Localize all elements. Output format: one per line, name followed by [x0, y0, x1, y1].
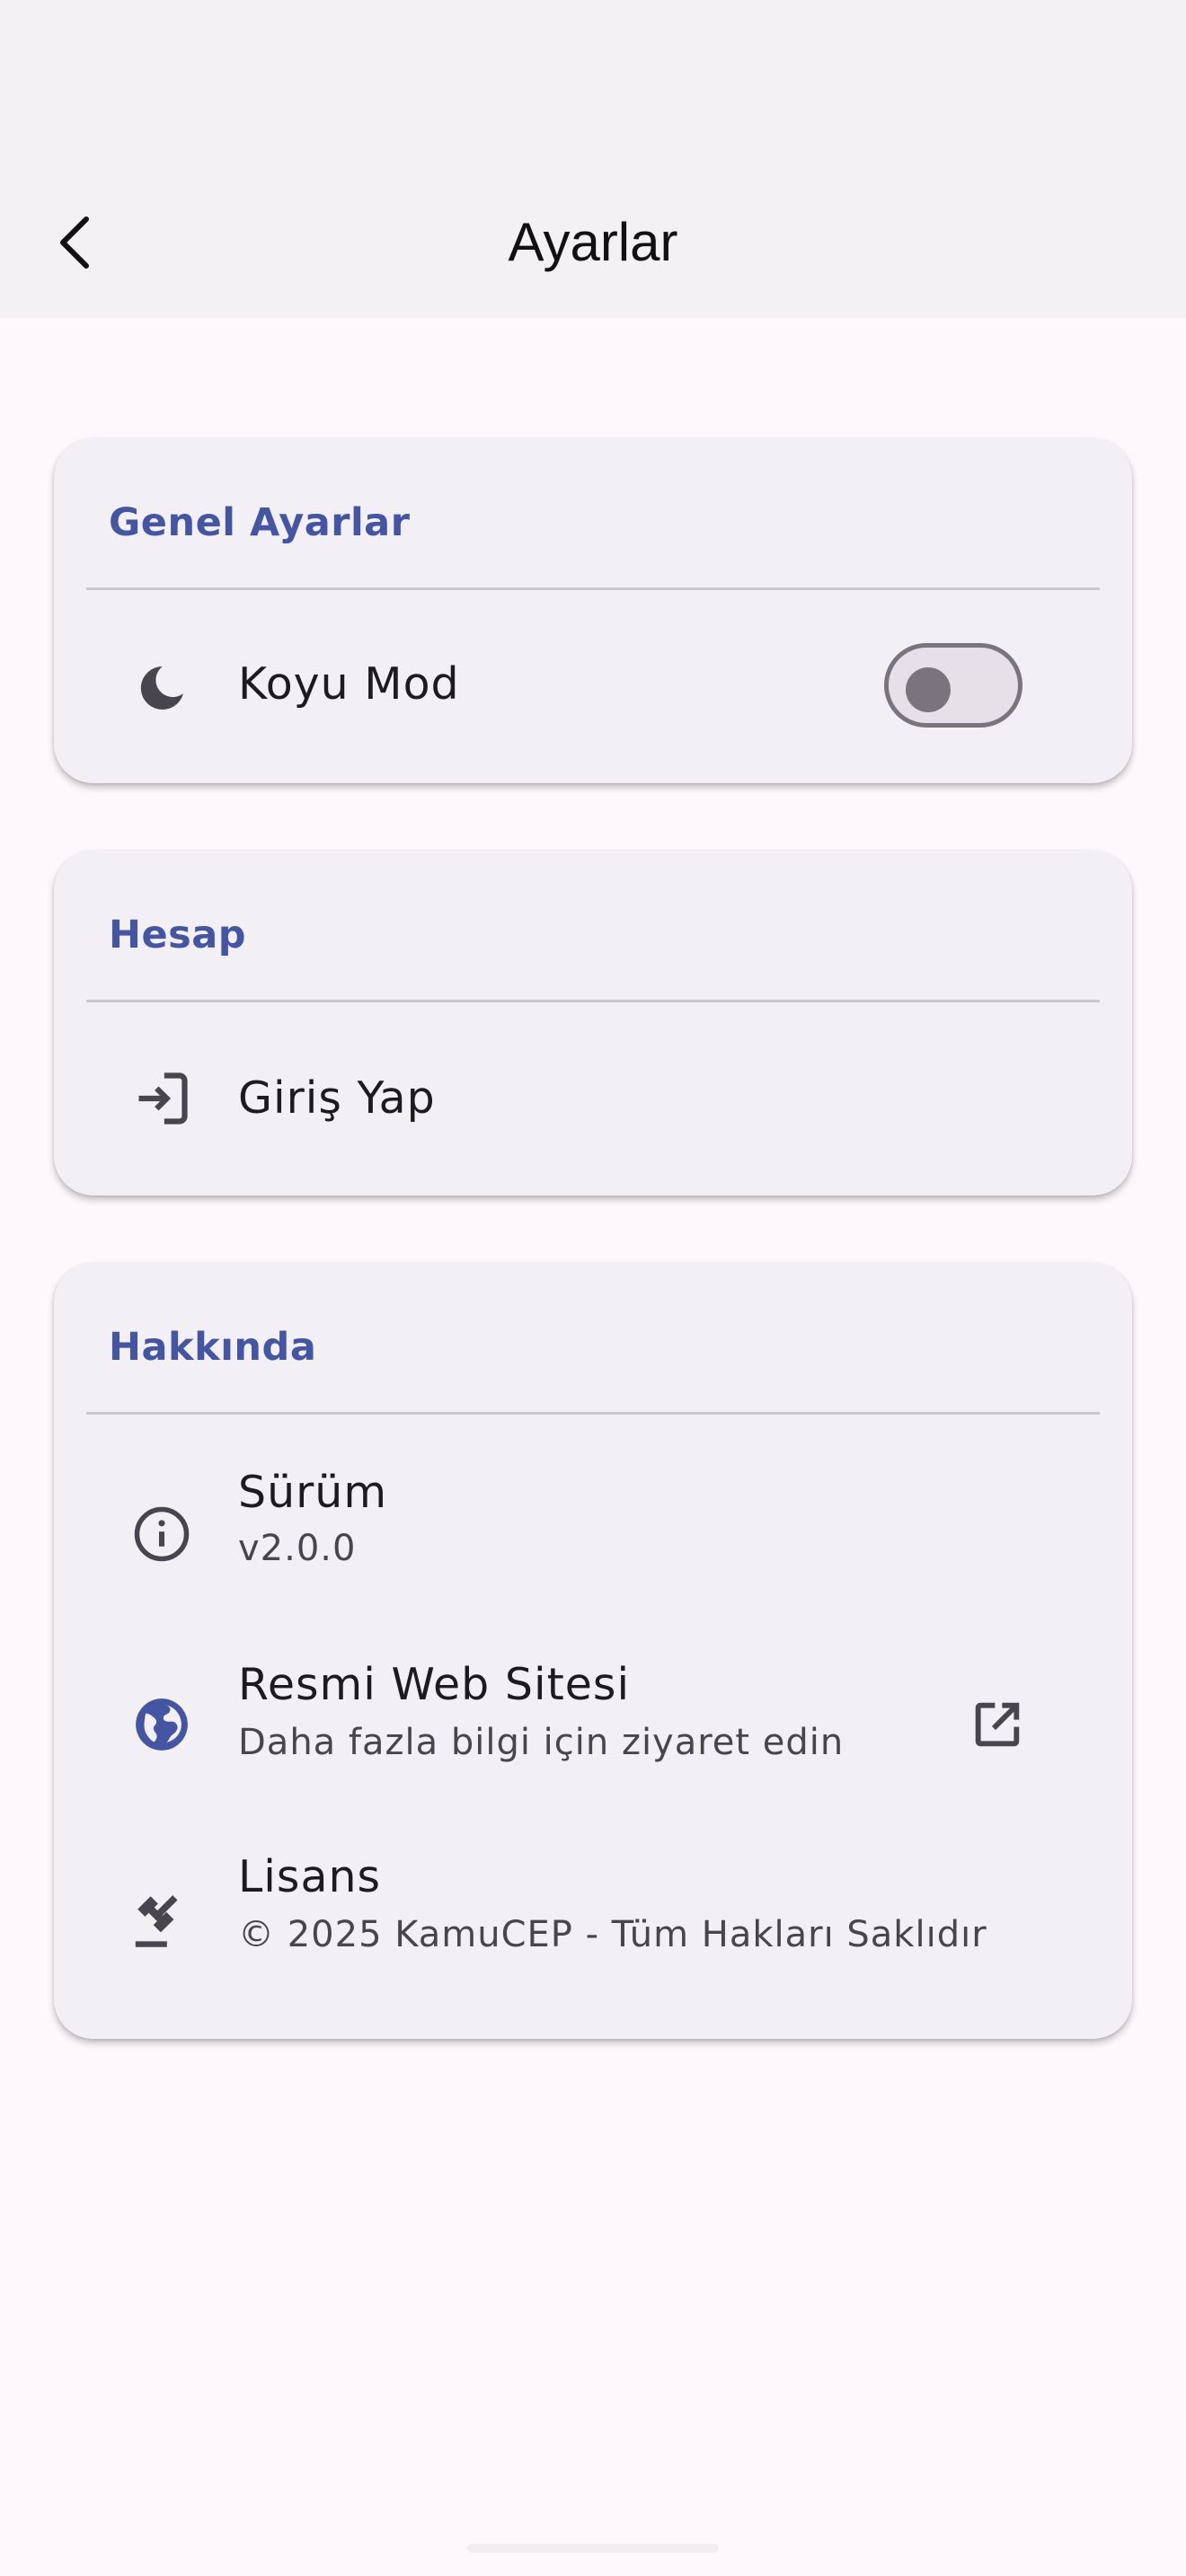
app-bar: Ayarlar [0, 0, 1186, 318]
about-card: Hakkında Sürüm v2.0.0 Resmi Web Sitesi D… [54, 1263, 1132, 2039]
license-subtitle: © 2025 KamuCEP - Tüm Hakları Saklıdır [238, 1914, 987, 1955]
section-title-account: Hesap [109, 913, 247, 957]
dark-mode-label: Koyu Mod [238, 658, 460, 710]
general-settings-card: Genel Ayarlar Koyu Mod [54, 438, 1132, 783]
globe-icon [129, 1692, 194, 1757]
divider [86, 1412, 1100, 1415]
dark-mode-row[interactable]: Koyu Mod [54, 591, 1132, 783]
home-indicator [467, 2544, 719, 2553]
dark-mode-toggle[interactable] [884, 643, 1022, 728]
moon-icon [129, 656, 194, 720]
info-icon [129, 1502, 194, 1566]
section-title-about: Hakkında [109, 1325, 317, 1370]
divider [86, 587, 1100, 590]
login-row[interactable]: Giriş Yap [54, 1003, 1132, 1195]
website-subtitle: Daha fazla bilgi için ziyaret edin [238, 1722, 845, 1763]
open-in-new-icon[interactable] [965, 1692, 1030, 1757]
page-title: Ayarlar [508, 212, 678, 272]
license-row[interactable]: Lisans © 2025 KamuCEP - Tüm Hakları Sakl… [54, 1839, 1132, 1998]
account-card: Hesap Giriş Yap [54, 851, 1132, 1195]
divider [86, 1000, 1100, 1002]
toggle-knob [906, 667, 951, 712]
gavel-icon [129, 1888, 194, 1953]
website-row[interactable]: Resmi Web Sitesi Daha fazla bilgi için z… [54, 1645, 1132, 1804]
license-label: Lisans [238, 1851, 382, 1902]
website-label: Resmi Web Sitesi [238, 1659, 631, 1710]
login-label: Giriş Yap [238, 1072, 436, 1124]
version-row[interactable]: Sürüm v2.0.0 [54, 1453, 1132, 1611]
version-value: v2.0.0 [238, 1528, 357, 1569]
version-label: Sürüm [238, 1467, 388, 1518]
login-icon [129, 1066, 194, 1131]
section-title-general: Genel Ayarlar [109, 500, 411, 545]
